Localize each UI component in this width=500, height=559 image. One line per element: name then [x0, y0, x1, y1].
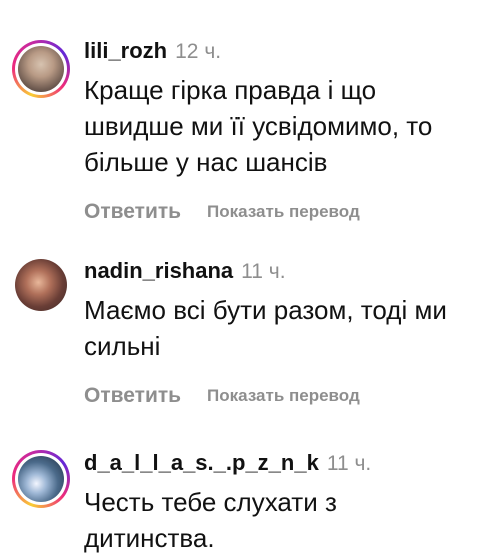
comment-body: nadin_rishana 11 ч. Маємо всі бути разом… [84, 258, 490, 410]
show-translation-button[interactable]: Показать перевод [207, 386, 360, 406]
comment-header: lili_rozh 12 ч. [84, 38, 490, 66]
comment-body: lili_rozh 12 ч. Краще гірка правда і що … [84, 38, 490, 226]
comment-text: Маємо всі бути разом, тоді ми сильні [84, 295, 447, 361]
reply-button[interactable]: Ответить [84, 200, 181, 224]
timestamp: 11 ч. [326, 452, 372, 475]
comment-header: d_a_l_l_a_s._.p_z_n_k 11 ч. [84, 450, 490, 478]
comment-actions: Ответить Показать перевод [84, 382, 490, 410]
avatar-story-ring[interactable] [12, 40, 70, 98]
comment-text: Краще гірка правда і що швидше ми її усв… [84, 75, 433, 177]
avatar [18, 456, 64, 502]
username[interactable]: d_a_l_l_a_s._.p_z_n_k [84, 450, 319, 476]
timestamp: 11 ч. [241, 260, 286, 283]
show-translation-button[interactable]: Показать перевод [207, 202, 360, 222]
avatar [18, 46, 64, 92]
username[interactable]: lili_rozh [84, 38, 167, 64]
comment-header: nadin_rishana 11 ч. [84, 258, 490, 286]
reply-button[interactable]: Ответить [84, 384, 181, 408]
avatar-inner [15, 43, 67, 95]
timestamp: 12 ч. [175, 40, 222, 63]
comment-text: Честь тебе слухати з дитинства. [84, 487, 337, 553]
comment-actions: Ответить Показать перевод [84, 198, 490, 226]
username[interactable]: nadin_rishana [84, 258, 233, 284]
avatar-story-ring[interactable] [12, 450, 70, 508]
avatar [15, 259, 67, 311]
avatar-wrap[interactable] [12, 256, 70, 314]
comment-body: d_a_l_l_a_s._.p_z_n_k 11 ч. Честь тебе с… [84, 450, 490, 556]
avatar-inner [15, 453, 67, 505]
